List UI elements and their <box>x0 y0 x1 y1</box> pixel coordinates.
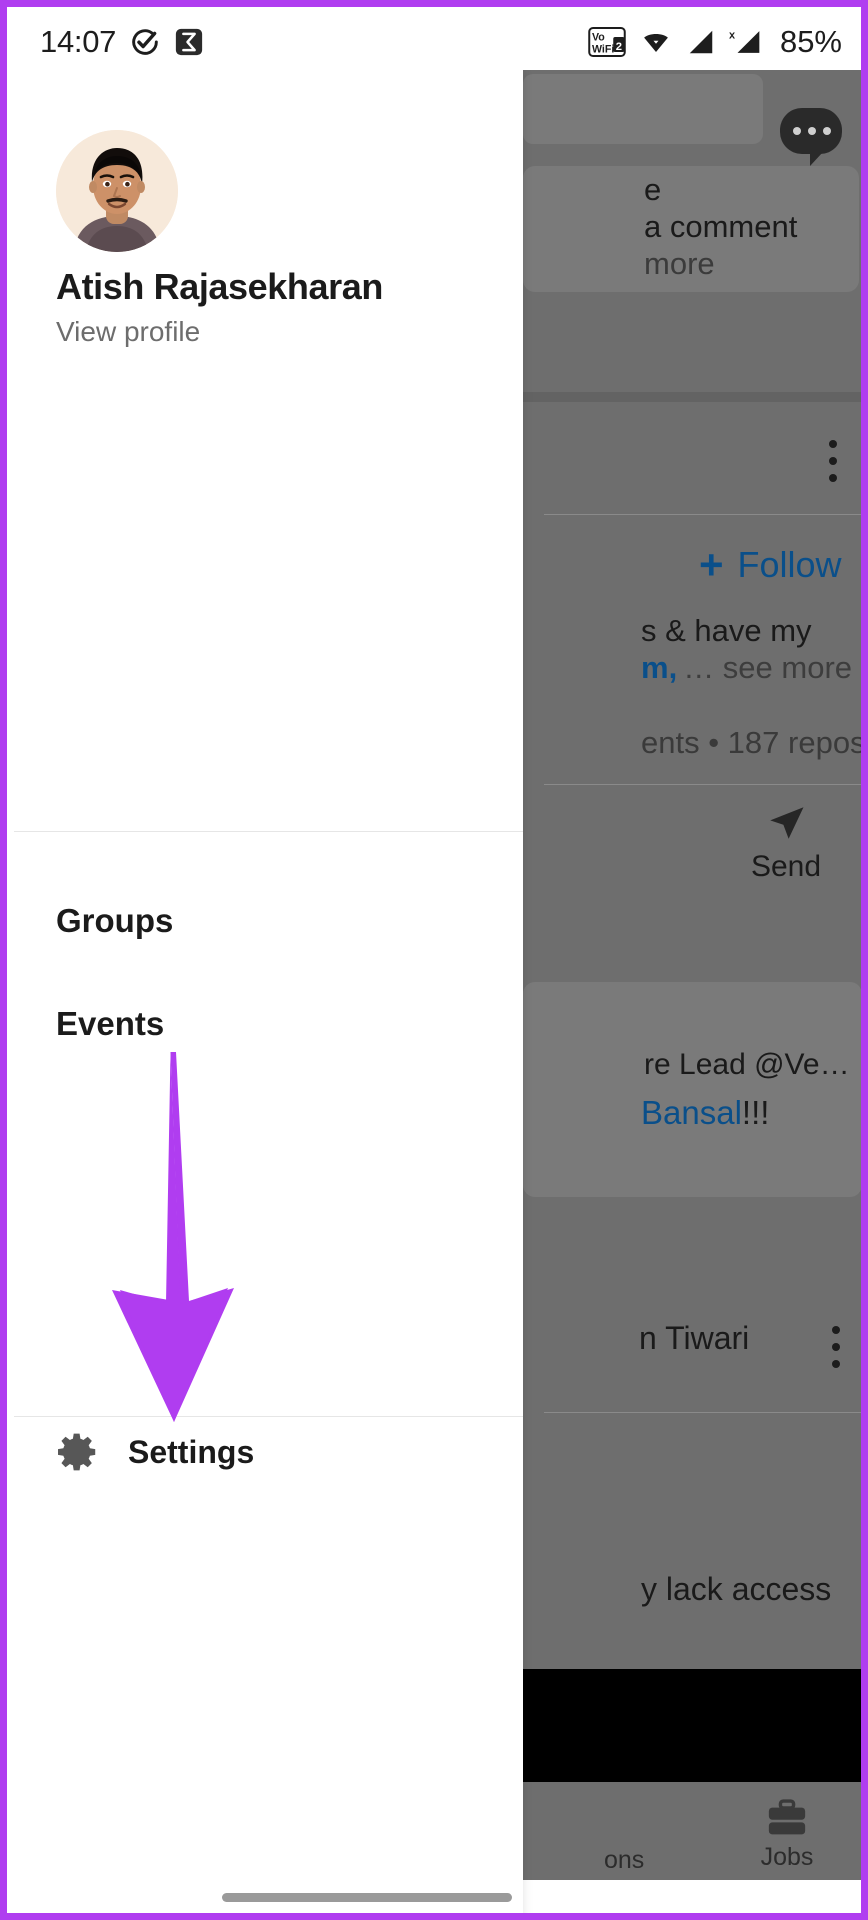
check-circle-icon <box>132 29 158 55</box>
feed-fragment-lack-access: y lack access <box>641 1571 832 1607</box>
feed-fragment-tiwari: n Tiwari <box>639 1320 750 1356</box>
send-label: Send <box>750 850 822 883</box>
send-paper-plane-icon <box>770 807 804 839</box>
phone-screen: e a comment more + Follow s & have my m,… <box>14 14 868 1913</box>
feed-fragment-e: e <box>644 172 662 207</box>
feed-fragment-reposts: ents • 187 reposts <box>641 725 868 760</box>
signal-sim1-icon <box>689 30 713 54</box>
nav-item-jobs[interactable]: Jobs <box>732 1799 842 1872</box>
drawer-item-groups[interactable]: Groups <box>56 902 173 940</box>
avatar-photo <box>56 130 178 252</box>
dim-scrim <box>523 70 861 1880</box>
status-bar-left: 14:07 <box>40 24 204 60</box>
feed-divider-3 <box>544 784 861 785</box>
phone-frame: e a comment more + Follow s & have my m,… <box>0 0 868 1920</box>
feed-fragment-m: m, <box>641 650 678 685</box>
drawer-item-events[interactable]: Events <box>56 1005 164 1043</box>
status-bar-right: Vo WiFi 2 x 85% <box>588 24 842 60</box>
feed-fragment-have-my: s & have my <box>641 613 812 648</box>
battery-percent: 85% <box>779 24 842 59</box>
navigation-drawer: Atish Rajasekharan View profile Groups E… <box>14 70 523 1913</box>
signal-sim2-no-service-icon: x <box>729 29 760 53</box>
feed-divider-2 <box>544 514 861 515</box>
feed-fragment-exclaim: !!! <box>741 1094 770 1131</box>
feed-fragment-seemore-line: m, … see more <box>641 650 852 686</box>
drawer-item-settings[interactable]: Settings <box>56 1430 254 1474</box>
sigma-icon <box>175 28 203 56</box>
svg-text:Vo: Vo <box>592 31 605 43</box>
feed-card-repost <box>523 982 861 1197</box>
svg-text:2: 2 <box>616 41 622 53</box>
settings-label: Settings <box>128 1433 255 1470</box>
feed-fragment-bansal-line: Bansal !!! <box>641 1094 769 1132</box>
view-profile-link[interactable]: View profile <box>56 316 200 348</box>
more-options-vertical-icon-2[interactable] <box>832 1326 840 1368</box>
clock: 14:07 <box>40 24 117 59</box>
profile-name: Atish Rajasekharan <box>56 266 383 307</box>
plus-icon: + <box>699 541 724 588</box>
follow-button[interactable]: + Follow <box>699 541 842 589</box>
feed-fragment-more: more <box>644 246 715 281</box>
feed-divider-4 <box>544 1412 861 1413</box>
drawer-divider-bottom <box>14 1416 523 1417</box>
more-options-vertical-icon[interactable] <box>829 440 837 482</box>
svg-text:WiFi: WiFi <box>592 43 614 55</box>
comment-bubble-icon[interactable] <box>780 108 842 166</box>
drawer-divider-top <box>14 831 523 832</box>
svg-text:x: x <box>729 29 735 41</box>
bubble-dots <box>793 127 831 135</box>
feed-card-top <box>523 74 763 144</box>
feed-fragment-lead: re Lead @Ve… <box>644 1048 850 1081</box>
briefcase-icon <box>768 1799 806 1835</box>
feed-media-black <box>523 1669 861 1782</box>
nav-label-jobs: Jobs <box>760 1843 814 1871</box>
gear-icon <box>58 1433 96 1471</box>
feed-fragment-see-more[interactable]: … see more <box>683 650 852 686</box>
vowifi2-icon: Vo WiFi 2 <box>588 27 626 57</box>
follow-label: Follow <box>737 544 842 585</box>
send-button[interactable]: Send <box>726 802 846 884</box>
status-bar: 14:07 Vo WiFi 2 x 85% <box>14 14 861 70</box>
avatar[interactable] <box>56 130 178 252</box>
feed-divider-1 <box>523 392 861 402</box>
nav-item-notifications[interactable]: ons <box>604 1846 644 1875</box>
home-indicator <box>222 1893 512 1902</box>
feed-fragment-a-comment: a comment <box>644 209 798 244</box>
nav-label-notifications: ons <box>604 1846 645 1874</box>
wifi-icon <box>644 33 668 52</box>
feed-fragment-bansal[interactable]: Bansal <box>641 1094 742 1132</box>
